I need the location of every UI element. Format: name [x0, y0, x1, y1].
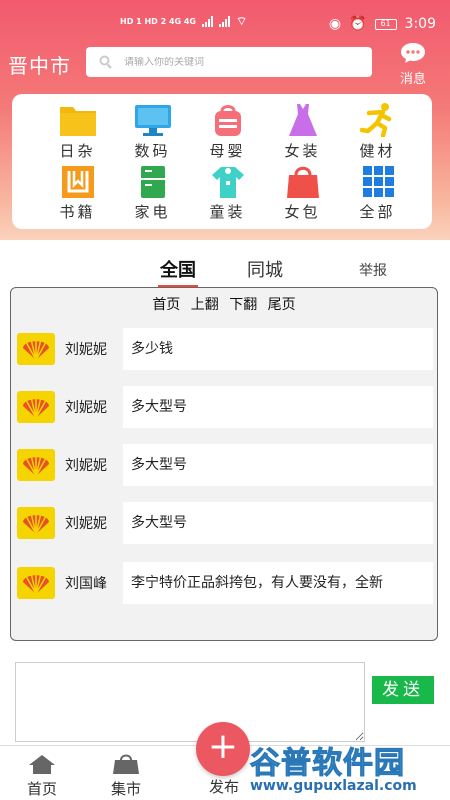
alarm-icon: ⏰ [349, 16, 367, 32]
baby-clothes-icon [209, 164, 247, 199]
nav-home-label: 首页 [26, 780, 57, 798]
pager: 首页 上翻 下翻 尾页 [11, 294, 437, 314]
list-item[interactable]: 刘妮妮 多大型号 [15, 444, 433, 486]
battery-icon: 61 [374, 18, 397, 30]
nav-publish-label: 发布 [208, 778, 239, 796]
category-label: 书籍 [59, 203, 96, 221]
category-label: 母婴 [209, 142, 246, 160]
post-user: 刘妮妮 [65, 516, 107, 532]
signal-icon-2 [219, 16, 230, 27]
fridge-icon [134, 164, 172, 199]
home-icon [29, 755, 55, 774]
category-grid: 日杂 数码 母婴 女装 健材 书籍 家电 童装 女包 全部 [40, 102, 415, 222]
city-selector[interactable]: 晋中市 [8, 50, 71, 79]
baby-bag-icon [209, 102, 247, 138]
nav-publish[interactable]: 发布 [194, 776, 254, 797]
nav-home[interactable]: 首页 [12, 754, 72, 799]
post-text: 多大型号 [123, 502, 433, 544]
search-icon [99, 55, 112, 69]
chat-bubble-icon [401, 43, 425, 63]
category-panel: 日杂 数码 母婴 女装 健材 书籍 家电 童装 女包 全部 [12, 94, 432, 229]
grid-icon [359, 164, 397, 199]
signal-label: HD 1 HD 2 4G 4G [120, 17, 196, 26]
category-fitness[interactable]: 健材 [340, 102, 415, 164]
scope-tabs: 全国 同城 举报 [0, 252, 450, 288]
category-label: 健材 [359, 142, 396, 160]
status-left: HD 1 HD 2 4G 4G ⌔ [120, 14, 247, 29]
category-books[interactable]: 书籍 [40, 164, 115, 222]
tab-national[interactable]: 全国 [158, 256, 198, 288]
category-label: 童装 [209, 203, 246, 221]
report-button[interactable]: 举报 [359, 260, 387, 280]
tab-local[interactable]: 同城 [247, 256, 283, 282]
handbag-icon [284, 164, 322, 199]
publish-plus-button[interactable]: + [196, 722, 250, 776]
shell-avatar-icon [17, 333, 55, 365]
category-label: 全部 [359, 203, 396, 221]
book-icon [59, 164, 97, 199]
shell-avatar-icon [17, 507, 55, 539]
watermark-url: www.gupuxlazal.com [250, 778, 417, 794]
list-item[interactable]: 刘妮妮 多少钱 [15, 328, 433, 370]
watermark-title: 谷普软件园 [250, 746, 405, 782]
post-list: 首页 上翻 下翻 尾页 刘妮妮 多少钱 刘妮妮 多大型号 刘妮妮 多大型号 刘妮… [10, 287, 438, 641]
shell-avatar-icon [17, 391, 55, 423]
category-digital[interactable]: 数码 [115, 102, 190, 164]
category-handbags[interactable]: 女包 [265, 164, 340, 222]
running-icon [359, 102, 397, 138]
message-label: 消息 [399, 72, 426, 87]
nav-market-label: 集市 [110, 780, 141, 798]
category-baby[interactable]: 母婴 [190, 102, 265, 164]
shell-avatar-icon [17, 449, 55, 481]
plus-icon: + [207, 726, 239, 767]
post-user: 刘妮妮 [65, 400, 107, 416]
send-button[interactable]: 发送 [372, 676, 434, 704]
message-button[interactable]: 消息 [393, 42, 433, 87]
post-text: 多少钱 [123, 328, 433, 370]
eye-icon: ◉ [328, 16, 342, 32]
pager-next[interactable]: 下翻 [229, 297, 257, 313]
signal-icon [202, 16, 213, 27]
nav-market[interactable]: 集市 [96, 754, 156, 799]
category-womens-wear[interactable]: 女装 [265, 102, 340, 164]
list-item[interactable]: 刘妮妮 多大型号 [15, 386, 433, 428]
list-item[interactable]: 刘妮妮 多大型号 [15, 502, 433, 544]
search-bar[interactable] [86, 47, 372, 77]
pager-prev[interactable]: 上翻 [191, 297, 219, 313]
post-text: 李宁特价正品斜挎包，有人要没有，全新 [123, 562, 433, 604]
status-right: ◉ ⏰ 61 3:09 [329, 16, 436, 32]
watermark: 谷普软件园 www.gupuxlazal.com [250, 738, 450, 800]
monitor-icon [134, 102, 172, 138]
list-item[interactable]: 刘国峰 李宁特价正品斜挎包，有人要没有，全新 [15, 562, 433, 604]
message-input[interactable] [15, 662, 365, 742]
category-label: 女装 [284, 142, 321, 160]
clock-time: 3:09 [404, 16, 436, 32]
category-label: 日杂 [59, 142, 96, 160]
category-label: 数码 [134, 142, 171, 160]
status-bar: HD 1 HD 2 4G 4G ⌔ ◉ ⏰ 61 3:09 [0, 0, 450, 42]
category-appliances[interactable]: 家电 [115, 164, 190, 222]
dress-icon [284, 102, 322, 138]
folder-icon [59, 102, 97, 138]
post-user: 刘国峰 [65, 576, 107, 592]
category-label: 家电 [134, 203, 171, 221]
category-all[interactable]: 全部 [340, 164, 415, 222]
post-user: 刘妮妮 [65, 342, 107, 358]
search-input[interactable] [124, 56, 354, 68]
category-kids-wear[interactable]: 童装 [190, 164, 265, 222]
post-text: 多大型号 [123, 444, 433, 486]
wifi-icon: ⌔ [236, 14, 248, 28]
shopping-bag-icon [113, 754, 139, 774]
pager-last[interactable]: 尾页 [268, 297, 296, 313]
shell-avatar-icon [17, 567, 55, 599]
category-label: 女包 [284, 203, 321, 221]
category-daily[interactable]: 日杂 [40, 102, 115, 164]
post-user: 刘妮妮 [65, 458, 107, 474]
post-text: 多大型号 [123, 386, 433, 428]
pager-first[interactable]: 首页 [152, 297, 180, 313]
